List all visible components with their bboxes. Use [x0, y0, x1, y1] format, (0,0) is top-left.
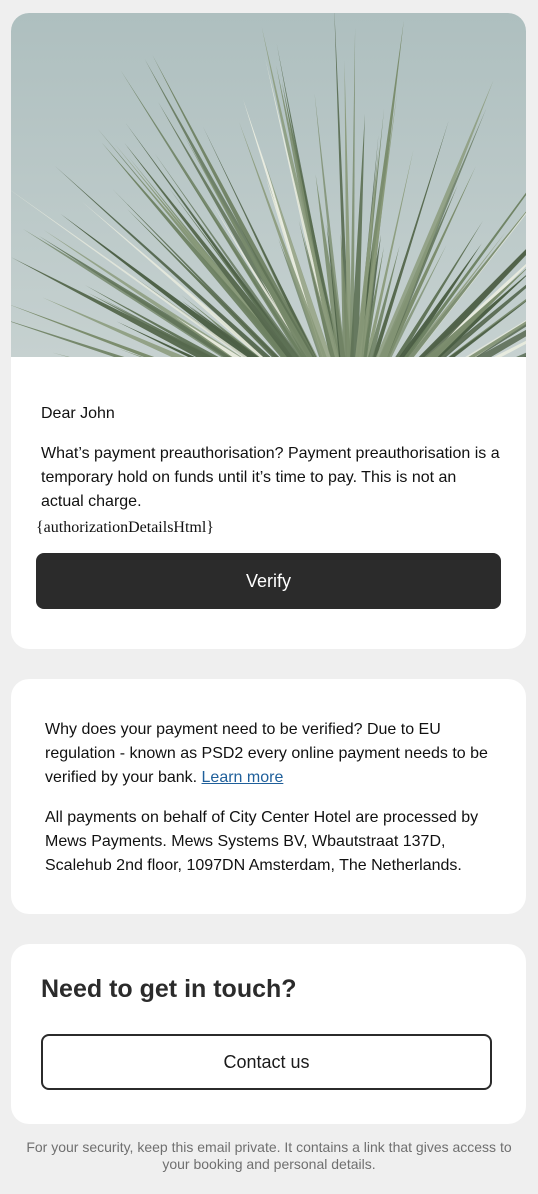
payment-processor-notice: All payments on behalf of City Center Ho…: [45, 809, 479, 874]
greeting: Dear John: [41, 405, 115, 422]
preauthorisation-card: Dear John What’s payment preauthorisatio…: [11, 13, 526, 649]
hero-image: [11, 13, 526, 357]
preauthorisation-explanation: What’s payment preauthorisation? Payment…: [41, 445, 500, 510]
psd2-explanation: Why does your payment need to be verifie…: [45, 718, 500, 790]
contact-card: Need to get in touch? Contact us: [11, 944, 526, 1124]
security-footer-note: For your security, keep this email priva…: [26, 1139, 512, 1172]
verify-button[interactable]: Verify: [36, 553, 501, 609]
contact-us-button[interactable]: Contact us: [41, 1034, 492, 1090]
psd2-info-card: Why does your payment need to be verifie…: [11, 679, 526, 914]
authorization-details-placeholder: {authorizationDetailsHtml}: [36, 519, 214, 536]
contact-heading: Need to get in touch?: [41, 975, 297, 1003]
learn-more-link[interactable]: Learn more: [202, 769, 284, 786]
